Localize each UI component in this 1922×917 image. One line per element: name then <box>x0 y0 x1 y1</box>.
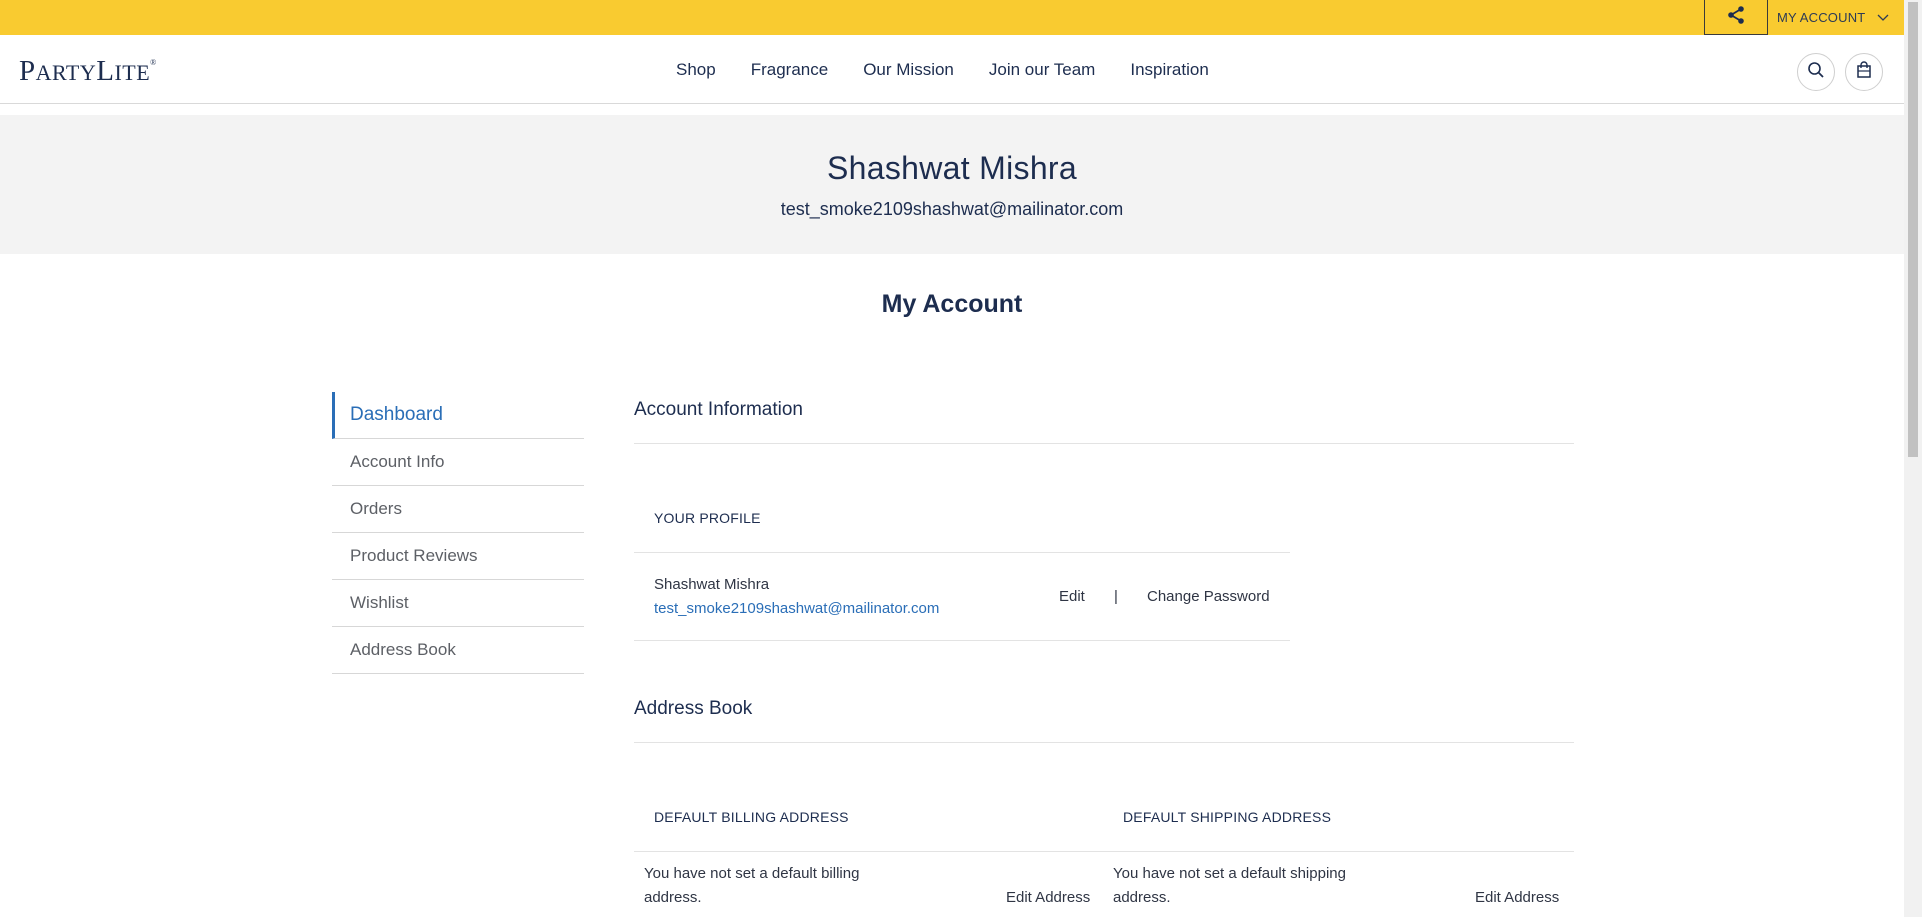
search-icon <box>1807 61 1825 84</box>
sidebar-item-wishlist[interactable]: Wishlist <box>332 580 584 627</box>
profile-bottom-divider <box>634 640 1290 641</box>
profile-divider <box>634 552 1290 553</box>
profile-email: test_smoke2109shashwat@mailinator.com <box>654 600 940 617</box>
account-sidebar: Dashboard Account Info Orders Product Re… <box>332 392 584 674</box>
default-billing-address-label: DEFAULT BILLING ADDRESS <box>654 809 849 825</box>
link-separator: | <box>1114 588 1118 605</box>
cart-button[interactable] <box>1845 53 1883 91</box>
shipping-empty-text-line1: You have not set a default shipping <box>1113 865 1346 882</box>
nav-our-mission[interactable]: Our Mission <box>863 60 954 80</box>
sidebar-item-account-info[interactable]: Account Info <box>332 439 584 486</box>
sidebar-item-address-book[interactable]: Address Book <box>332 627 584 674</box>
share-button[interactable] <box>1704 0 1768 35</box>
nav-shop[interactable]: Shop <box>676 60 716 80</box>
profile-banner: Shashwat Mishra test_smoke2109shashwat@m… <box>0 115 1904 254</box>
edit-profile-link[interactable]: Edit <box>1059 588 1085 605</box>
change-password-link[interactable]: Change Password <box>1147 588 1270 605</box>
default-shipping-address-label: DEFAULT SHIPPING ADDRESS <box>1123 809 1332 825</box>
sidebar-item-orders[interactable]: Orders <box>332 486 584 533</box>
sidebar-item-dashboard[interactable]: Dashboard <box>332 392 584 439</box>
sidebar-item-product-reviews[interactable]: Product Reviews <box>332 533 584 580</box>
your-profile-label: YOUR PROFILE <box>654 510 761 526</box>
shopping-bag-icon <box>1856 60 1872 84</box>
my-account-label: MY ACCOUNT <box>1777 10 1866 25</box>
edit-billing-address-link[interactable]: Edit Address <box>1006 889 1090 906</box>
page-scrollbar[interactable] <box>1904 0 1922 917</box>
top-utility-bar: MY ACCOUNT <box>0 0 1904 35</box>
nav-join-our-team[interactable]: Join our Team <box>989 60 1095 80</box>
nav-fragrance[interactable]: Fragrance <box>751 60 828 80</box>
main-nav: Shop Fragrance Our Mission Join our Team… <box>676 35 1244 104</box>
edit-shipping-address-link[interactable]: Edit Address <box>1475 889 1559 906</box>
nav-inspiration[interactable]: Inspiration <box>1130 60 1208 80</box>
profile-name: Shashwat Mishra <box>654 576 770 593</box>
site-header: PARTYLITE® Shop Fragrance Our Mission Jo… <box>0 35 1904 104</box>
chevron-down-icon <box>1877 10 1889 25</box>
my-account-dropdown[interactable]: MY ACCOUNT <box>1768 0 1889 35</box>
shipping-empty-text-line2: address. <box>1113 889 1171 906</box>
billing-empty-text-line1: You have not set a default billing <box>644 865 860 882</box>
customer-email: test_smoke2109shashwat@mailinator.com <box>780 199 1124 219</box>
account-information-heading: Account Information <box>634 399 1574 444</box>
registered-mark: ® <box>150 58 157 67</box>
address-book-heading: Address Book <box>634 698 1574 743</box>
share-icon <box>1726 5 1746 30</box>
search-button[interactable] <box>1797 53 1835 91</box>
customer-name: Shashwat Mishra <box>827 150 1077 186</box>
logo-letter-l: L <box>96 55 115 87</box>
address-divider <box>634 851 1574 852</box>
logo-letters-ite: ITE <box>114 60 151 85</box>
billing-empty-text-line2: address. <box>644 889 702 906</box>
scrollbar-thumb[interactable] <box>1908 2 1918 457</box>
logo-letter-p: P <box>19 55 36 87</box>
partylite-logo[interactable]: PARTYLITE® <box>19 57 157 86</box>
page-title: My Account <box>881 290 1023 318</box>
logo-letters-arty: ARTY <box>35 60 97 85</box>
